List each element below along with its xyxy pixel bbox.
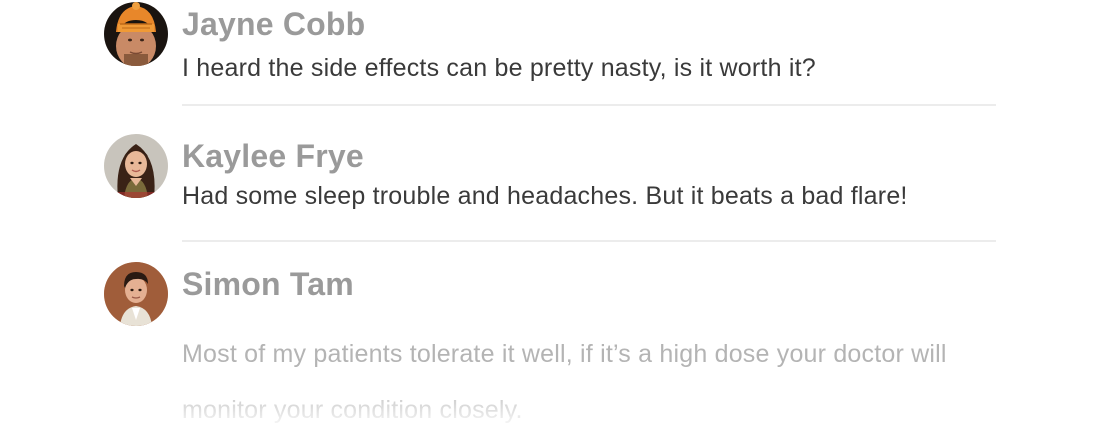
avatar-jayne-cobb-icon [104, 2, 168, 66]
comment-text: Most of my patients tolerate it well, if… [182, 340, 947, 424]
comment-thread: Jayne Cobb I heard the side effects can … [0, 0, 1096, 426]
avatar-simon-tam-icon [104, 262, 168, 326]
comment-item: Jayne Cobb I heard the side effects can … [104, 2, 996, 106]
comment-text: Had some sleep trouble and headaches. Bu… [182, 182, 908, 210]
comment-author[interactable]: Kaylee Frye [182, 138, 364, 175]
comment-text: I heard the side effects can be pretty n… [182, 54, 816, 82]
divider [182, 240, 996, 242]
comment-author[interactable]: Simon Tam [182, 266, 354, 303]
avatar[interactable] [104, 2, 168, 66]
comment-item: Simon Tam Most of my patients tolerate i… [104, 262, 996, 426]
comment-author[interactable]: Jayne Cobb [182, 6, 365, 43]
comment-item: Kaylee Frye Had some sleep trouble and h… [104, 134, 996, 244]
avatar[interactable] [104, 134, 168, 198]
divider [182, 104, 996, 106]
avatar-kaylee-frye-icon [104, 134, 168, 198]
avatar[interactable] [104, 262, 168, 326]
